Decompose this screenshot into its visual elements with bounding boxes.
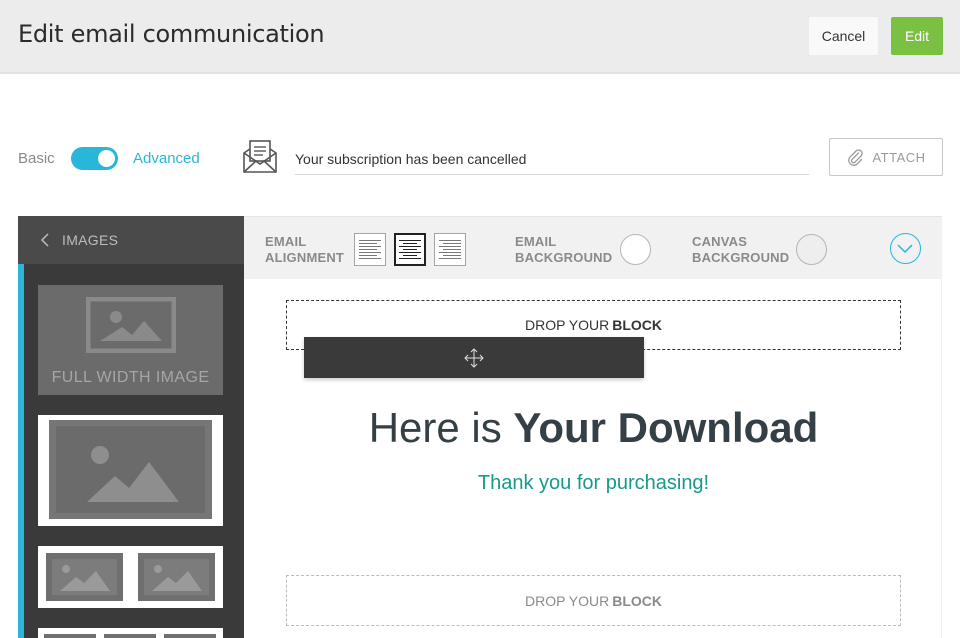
advanced-mode-label[interactable]: Advanced [133, 150, 200, 167]
email-subheading[interactable]: Thank you for purchasing! [286, 472, 901, 495]
canvas-background-swatch[interactable] [796, 234, 827, 265]
align-left-button[interactable] [354, 233, 386, 266]
chevron-left-icon[interactable] [40, 233, 50, 247]
image-placeholder [46, 553, 123, 601]
attach-button[interactable]: ATTACH [829, 138, 943, 176]
chevron-down-icon [897, 244, 913, 254]
email-background-swatch[interactable] [620, 234, 651, 265]
design-toolbar: EMAIL ALIGNMENT EMAIL BACKGROUND CANVAS … [244, 216, 942, 279]
drag-handle[interactable] [304, 337, 644, 378]
expand-toolbar-button[interactable] [890, 233, 921, 264]
image-block-three-columns[interactable] [38, 628, 223, 638]
image-block-two-columns[interactable] [38, 546, 223, 608]
drop-zone-bold: BLOCK [612, 592, 663, 609]
envelope-icon [243, 140, 277, 173]
drop-zone-text: DROP YOUR [524, 592, 610, 609]
image-placeholder [49, 420, 212, 519]
full-width-image-block[interactable]: FULL WIDTH IMAGE [38, 285, 223, 395]
drop-zone-text: DROP YOUR [524, 317, 610, 333]
image-icon [144, 559, 209, 595]
paperclip-icon [848, 149, 864, 166]
basic-mode-label[interactable]: Basic [18, 150, 55, 167]
image-block-single[interactable] [38, 415, 223, 526]
top-bar: Edit email communication Cancel Edit [0, 0, 960, 74]
align-right-button[interactable] [434, 233, 466, 266]
sidebar-accent-bar [18, 264, 24, 638]
image-icon [87, 446, 179, 502]
move-icon [464, 347, 484, 368]
heading-bold: Your Download [513, 404, 819, 451]
image-placeholder [138, 553, 215, 601]
subject-input[interactable] [295, 144, 809, 175]
page-title: Edit email communication [18, 20, 325, 48]
email-background-label: EMAIL BACKGROUND [515, 234, 613, 265]
attach-label: ATTACH [872, 149, 926, 165]
mode-toggle[interactable] [71, 147, 118, 170]
sidebar-header[interactable]: IMAGES [18, 216, 244, 264]
edit-button[interactable]: Edit [891, 17, 943, 55]
drop-zone-bold: BLOCK [612, 317, 663, 333]
email-heading[interactable]: Here is Your Download [286, 404, 901, 452]
heading-regular: Here is [368, 404, 502, 451]
drop-block-zone-bottom[interactable]: DROP YOUR BLOCK [286, 575, 901, 626]
image-icon [86, 297, 176, 353]
email-alignment-label: EMAIL ALIGNMENT [265, 234, 345, 265]
image-icon [52, 559, 117, 595]
align-center-button[interactable] [394, 233, 426, 266]
cancel-button[interactable]: Cancel [809, 17, 878, 55]
sidebar-title: IMAGES [62, 232, 119, 248]
toggle-knob [98, 150, 115, 167]
full-width-image-label: FULL WIDTH IMAGE [51, 369, 210, 386]
canvas-background-label: CANVAS BACKGROUND [692, 234, 790, 265]
